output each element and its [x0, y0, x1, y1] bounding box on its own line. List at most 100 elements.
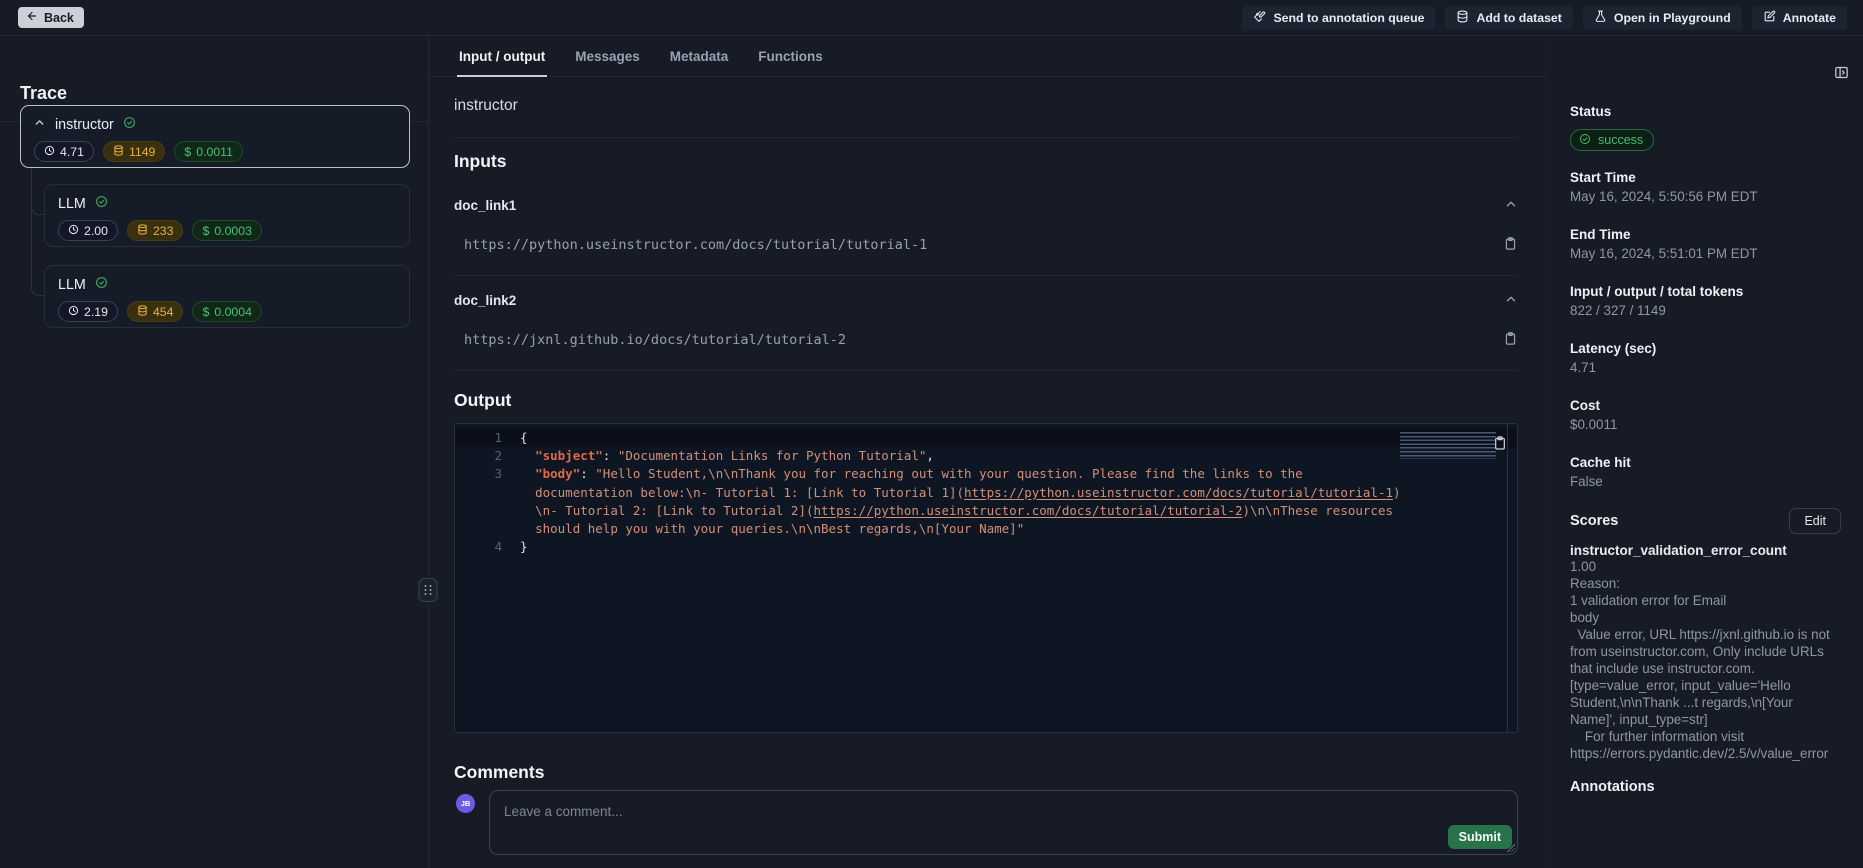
latency-group: Latency (sec) 4.71: [1570, 341, 1841, 376]
collapse-panel-button[interactable]: [1833, 64, 1850, 84]
check-circle-icon: [1579, 133, 1591, 148]
end-time-group: End Time May 16, 2024, 5:51:01 PM EDT: [1570, 227, 1841, 262]
output-code-block[interactable]: 1{2 "subject": "Documentation Links for …: [454, 423, 1518, 733]
comment-box: Submit: [489, 790, 1518, 855]
tokens-badge: 233: [127, 220, 184, 241]
sidebar-resize-handle[interactable]: [419, 578, 438, 602]
divider: [454, 370, 1518, 371]
dollar-icon: $: [202, 224, 209, 238]
tokens-group: Input / output / total tokens 822 / 327 …: [1570, 284, 1841, 319]
cost-group: Cost $0.0011: [1570, 398, 1841, 433]
cost-badge: $ 0.0003: [192, 220, 261, 241]
status-group: Status success: [1570, 104, 1841, 151]
trace-tree-panel: Trace instructor 4.71: [0, 36, 428, 868]
clipboard-icon: [1492, 439, 1508, 454]
divider: [454, 275, 1518, 276]
submit-comment-button[interactable]: Submit: [1448, 825, 1512, 849]
input-field-doc-link1: doc_link1: [454, 197, 1518, 214]
tab-input-output[interactable]: Input / output: [457, 49, 547, 77]
add-to-dataset-label: Add to dataset: [1476, 11, 1561, 25]
field-label: doc_link1: [454, 198, 516, 213]
score-reason-text: 1 validation error for Email body Value …: [1570, 592, 1841, 762]
chevron-up-icon[interactable]: [33, 116, 46, 134]
clock-icon: [68, 305, 79, 319]
trace-node-llm-1[interactable]: LLM 2.00 233 $ 0.0: [44, 184, 410, 247]
database-icon: [113, 145, 124, 159]
comment-input[interactable]: [490, 791, 1517, 854]
latency-badge: 2.19: [58, 301, 118, 322]
score-value: 1.00: [1570, 558, 1841, 575]
node-name: instructor: [55, 117, 114, 133]
back-button-label: Back: [44, 11, 74, 25]
latency-badge: 2.00: [58, 220, 118, 241]
clock-icon: [68, 224, 79, 238]
open-in-playground-button[interactable]: Open in Playground: [1583, 6, 1742, 30]
trace-panel-title: Trace: [20, 83, 67, 104]
copy-doc-link2-button[interactable]: [1503, 331, 1518, 349]
app-body: Trace instructor 4.71: [0, 36, 1863, 868]
node-name: LLM: [58, 277, 86, 293]
add-to-dataset-button[interactable]: Add to dataset: [1445, 6, 1572, 30]
collapse-field-button[interactable]: [1504, 292, 1518, 309]
dollar-icon: $: [184, 145, 191, 159]
square-pen-icon: [1763, 10, 1776, 26]
node-name: LLM: [58, 196, 86, 212]
collapse-field-button[interactable]: [1504, 197, 1518, 214]
comments-heading: Comments: [454, 762, 1518, 783]
trace-node-llm-2[interactable]: LLM 2.19 454 $ 0.0: [44, 265, 410, 328]
topbar: Back Send to annotation queue Add to dat…: [0, 0, 1863, 36]
annotate-button[interactable]: Annotate: [1752, 6, 1847, 30]
clipboard-icon: [1503, 236, 1518, 254]
tokens-badge: 1149: [103, 141, 165, 162]
code-lines: 1{2 "subject": "Documentation Links for …: [455, 424, 1517, 556]
inputs-heading: Inputs: [454, 151, 1518, 172]
observation-detail: Input / output Messages Metadata Functio…: [428, 36, 1545, 868]
cost-badge: $ 0.0004: [192, 301, 261, 322]
scores-label: Scores: [1570, 513, 1618, 529]
copy-output-button[interactable]: [1492, 435, 1508, 454]
field-value-row: https://jxnl.github.io/docs/tutorial/tut…: [454, 331, 1518, 349]
trace-detail-page: Back Send to annotation queue Add to dat…: [0, 0, 1863, 868]
check-circle-icon: [95, 195, 108, 213]
field-value-row: https://python.useinstructor.com/docs/tu…: [454, 236, 1518, 254]
cache-hit-group: Cache hit False: [1570, 455, 1841, 490]
input-field-doc-link2: doc_link2: [454, 292, 1518, 309]
chevron-up-icon: [1504, 292, 1518, 309]
send-to-annotation-queue-label: Send to annotation queue: [1273, 11, 1424, 25]
check-circle-icon: [123, 116, 136, 134]
output-heading: Output: [454, 390, 1518, 411]
tab-functions[interactable]: Functions: [756, 49, 825, 77]
edit-scores-button[interactable]: Edit: [1789, 508, 1841, 534]
pen-tag-icon: [1253, 10, 1266, 26]
metadata-panel: Status success Start Time May 16, 2024, …: [1545, 36, 1863, 868]
open-in-playground-label: Open in Playground: [1614, 11, 1731, 25]
tokens-badge: 454: [127, 301, 184, 322]
score-name: instructor_validation_error_count: [1570, 543, 1841, 558]
clock-icon: [44, 145, 55, 159]
tab-metadata[interactable]: Metadata: [668, 49, 731, 77]
back-button[interactable]: Back: [18, 7, 84, 28]
send-to-annotation-queue-button[interactable]: Send to annotation queue: [1242, 6, 1435, 30]
status-label: Status: [1570, 104, 1841, 119]
database-icon: [1456, 10, 1469, 26]
comment-composer: JB Submit: [454, 790, 1518, 855]
panel-right-icon: [1833, 69, 1850, 84]
latency-badge: 4.71: [34, 141, 94, 162]
avatar: JB: [456, 794, 475, 813]
copy-doc-link1-button[interactable]: [1503, 236, 1518, 254]
grip-icon: [424, 585, 432, 595]
trace-node-instructor[interactable]: instructor 4.71 1149 $: [20, 105, 410, 168]
code-scrollbar[interactable]: [1507, 424, 1508, 732]
chevron-up-icon: [1504, 197, 1518, 214]
field-label: doc_link2: [454, 293, 516, 308]
dollar-icon: $: [202, 305, 209, 319]
clipboard-icon: [1503, 331, 1518, 349]
doc-link1-value: https://python.useinstructor.com/docs/tu…: [454, 237, 927, 253]
code-minimap[interactable]: [1400, 432, 1496, 459]
status-badge: success: [1570, 129, 1654, 151]
tab-messages[interactable]: Messages: [573, 49, 642, 77]
start-time-group: Start Time May 16, 2024, 5:50:56 PM EDT: [1570, 170, 1841, 205]
topbar-actions: Send to annotation queue Add to dataset …: [1242, 6, 1847, 30]
score-reason-label: Reason:: [1570, 575, 1841, 592]
scores-header: Scores Edit: [1570, 508, 1841, 534]
